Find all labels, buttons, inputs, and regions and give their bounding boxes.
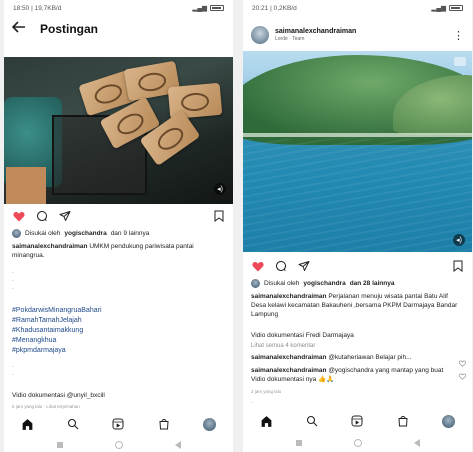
- caption-username[interactable]: saimanalexchandraiman: [12, 243, 88, 250]
- shop-icon[interactable]: [397, 415, 409, 427]
- reels-badge-icon: [454, 57, 466, 66]
- post-image[interactable]: ◂): [4, 57, 233, 204]
- more-options-icon[interactable]: ⋮: [453, 29, 464, 42]
- signal-battery: ▂▄▆: [431, 4, 463, 12]
- shop-icon[interactable]: [158, 418, 170, 430]
- profile-avatar-icon[interactable]: [442, 414, 456, 428]
- page-title: Postingan: [40, 22, 99, 36]
- status-network: 0,2KB/d: [273, 4, 297, 12]
- hashtag[interactable]: #Khadusantaimakkung: [12, 326, 102, 336]
- recent-apps-icon[interactable]: [56, 442, 63, 448]
- image-box: [6, 167, 46, 204]
- post-audio[interactable]: Lorde · Team: [275, 36, 356, 42]
- user-avatar[interactable]: [251, 26, 269, 44]
- hashtag-list: #PokdarwisMinangruaBahari #RamahTamahJel…: [12, 306, 102, 356]
- search-icon[interactable]: [67, 418, 79, 430]
- liked-by-user[interactable]: yogischandra: [64, 230, 106, 237]
- liked-by-prefix: Disukai oleh: [264, 280, 300, 287]
- doc-text: Vidio dokumentasi Fredi Darmajaya: [251, 332, 354, 339]
- comment-username[interactable]: saimanalexchandraiman: [251, 354, 327, 361]
- back-system-icon[interactable]: [413, 439, 420, 447]
- post-header: saimanalexchandraiman Lorde · Team ⋮: [243, 21, 472, 49]
- bottom-navigation: [4, 412, 233, 436]
- share-icon[interactable]: [298, 260, 310, 272]
- view-all-comments[interactable]: Lihat semua 4 komentar: [251, 343, 315, 349]
- system-navigation: [4, 438, 233, 452]
- liked-by-row[interactable]: Disukai oleh yogischandra dan 9 lainnya: [12, 229, 149, 238]
- comment-icon[interactable]: [36, 210, 48, 222]
- top-bar: Postingan: [4, 16, 233, 42]
- hashtag[interactable]: #RamahTamahJelajah: [12, 316, 102, 326]
- status-bar: 20:21 | 0,2KB/d ▂▄▆: [243, 0, 472, 16]
- right-phone-screen: 20:21 | 0,2KB/d ▂▄▆ saimanalexchandraima…: [243, 0, 472, 452]
- home-icon[interactable]: [21, 418, 34, 431]
- status-time: 20:21: [252, 4, 269, 12]
- comment-username[interactable]: saimanalexchandraiman: [251, 367, 327, 374]
- liked-by-row[interactable]: Disukai oleh yogischandra dan 28 lainnya: [251, 279, 394, 288]
- action-bar: [4, 206, 233, 226]
- system-navigation: [243, 436, 472, 450]
- back-system-icon[interactable]: [174, 441, 181, 449]
- hashtag[interactable]: #PokdarwisMinangruaBahari: [12, 306, 102, 316]
- home-system-icon[interactable]: [114, 441, 123, 449]
- action-bar: [243, 256, 472, 276]
- post-time: 5 jam yang lalu · Lihat terjemahan: [12, 404, 80, 409]
- post-time: 2 jam yang lalu: [251, 389, 282, 394]
- liked-by-rest: dan 28 lainnya: [349, 280, 395, 287]
- status-bar: 18:50 | 19,7KB/d ▂▄▆: [4, 0, 233, 16]
- liked-by-rest: dan 9 lainnya: [110, 230, 150, 237]
- caption-dots: .: [251, 399, 253, 405]
- comment-item: saimanalexchandraiman @yogischandra yang…: [251, 366, 458, 384]
- post-video[interactable]: ◂): [243, 51, 472, 252]
- home-system-icon[interactable]: [353, 439, 362, 447]
- caption-username[interactable]: saimanalexchandraiman: [251, 293, 327, 300]
- status-network: 19,7KB/d: [34, 4, 62, 12]
- post-header-text: saimanalexchandraiman Lorde · Team: [275, 28, 356, 42]
- comment-text: @kutaheriawan Belajar pih...: [328, 354, 412, 361]
- heart-icon[interactable]: [13, 211, 25, 222]
- comment-icon[interactable]: [275, 260, 287, 272]
- comment-like-icon[interactable]: [458, 367, 467, 385]
- image-sea: [243, 139, 472, 252]
- comment-item: saimanalexchandraiman @kutaheriawan Bela…: [251, 353, 458, 362]
- post-username[interactable]: saimanalexchandraiman: [275, 28, 356, 35]
- battery-icon: [210, 5, 224, 11]
- recent-apps-icon[interactable]: [295, 440, 302, 446]
- back-arrow-icon[interactable]: [11, 21, 26, 37]
- caption-dots: ..: [12, 363, 14, 377]
- liker-avatar: [251, 279, 260, 288]
- signal-battery: ▂▄▆: [192, 4, 224, 12]
- reels-icon[interactable]: [351, 415, 363, 427]
- liked-by-user[interactable]: yogischandra: [303, 280, 345, 287]
- profile-avatar-icon[interactable]: [203, 417, 217, 431]
- caption-dots: ...: [12, 269, 14, 291]
- bookmark-icon[interactable]: [214, 210, 224, 222]
- hashtag[interactable]: #Menangkhua: [12, 336, 102, 346]
- mute-icon[interactable]: ◂): [214, 183, 226, 195]
- footer-text: Vidio dokumentasi @unyil_bxcill: [12, 392, 105, 399]
- mute-icon[interactable]: ◂): [453, 234, 465, 246]
- image-shore: [243, 133, 472, 137]
- profile-avatar: [203, 417, 217, 431]
- home-icon[interactable]: [260, 415, 273, 428]
- reels-icon[interactable]: [112, 418, 124, 430]
- post-caption: saimanalexchandraiman UMKM pendukung par…: [12, 242, 225, 260]
- left-phone-screen: 18:50 | 19,7KB/d ▂▄▆ Postingan ◂) Disuka…: [4, 0, 233, 452]
- profile-avatar: [442, 414, 456, 428]
- hashtag[interactable]: #pkpmdarmajaya: [12, 346, 102, 356]
- bookmark-icon[interactable]: [453, 260, 463, 272]
- liked-by-prefix: Disukai oleh: [25, 230, 61, 237]
- bottom-navigation: [243, 409, 472, 433]
- liker-avatar: [12, 229, 21, 238]
- battery-icon: [449, 5, 463, 11]
- share-icon[interactable]: [59, 210, 71, 222]
- post-caption: saimanalexchandraiman Perjalanan menuju …: [251, 292, 464, 319]
- heart-icon[interactable]: [252, 261, 264, 272]
- search-icon[interactable]: [306, 415, 318, 427]
- status-time: 18:50: [13, 4, 30, 12]
